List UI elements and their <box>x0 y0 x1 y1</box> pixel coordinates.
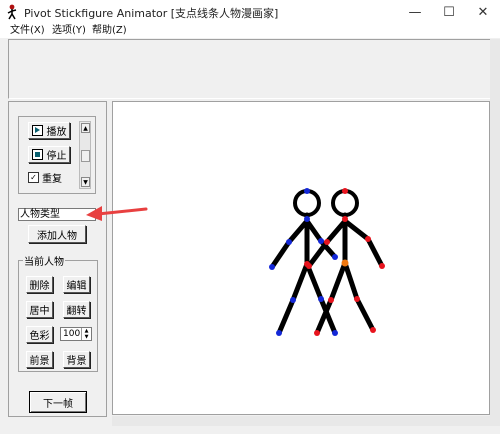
menu-options[interactable]: 选项(Y) <box>52 24 86 38</box>
edit-button[interactable]: 编辑 <box>63 276 90 293</box>
scroll-down-icon[interactable]: ▼ <box>81 177 90 187</box>
speed-thumb[interactable] <box>81 150 90 162</box>
front-label: 前景 <box>29 356 50 367</box>
stickfigure-scene[interactable] <box>113 102 491 416</box>
current-figure-group-label: 当前人物 <box>23 253 65 268</box>
repeat-label: 重复 <box>42 174 62 185</box>
spin-down-icon[interactable]: ▼ <box>82 334 91 340</box>
current-figure-group: 当前人物 删除 编辑 居中 翻转 色彩 100 ▲ ▼ 前景 背景 <box>18 253 98 372</box>
play-icon <box>31 125 43 136</box>
close-button[interactable]: ✕ <box>466 0 500 24</box>
scroll-up-icon[interactable]: ▲ <box>81 123 90 133</box>
repeat-checkbox-row[interactable]: ✓ 重复 <box>28 170 62 185</box>
stop-icon <box>31 149 43 160</box>
color-button[interactable]: 色彩 <box>26 326 53 343</box>
scale-spinner[interactable]: 100 ▲ ▼ <box>60 327 92 341</box>
minimize-button[interactable]: — <box>398 0 432 24</box>
maximize-icon: ☐ <box>443 4 455 20</box>
playback-group: 播放 停止 ✓ 重复 ▲ ▼ <box>18 116 96 194</box>
annotation-arrow <box>86 206 148 221</box>
frames-strip[interactable] <box>8 39 494 99</box>
delete-label: 删除 <box>29 281 50 292</box>
figure-type-value: 人物类型 <box>20 209 60 220</box>
stop-button[interactable]: 停止 <box>28 146 70 163</box>
menu-bar: 文件(X) 选项(Y) 帮助(Z) <box>0 24 500 38</box>
animation-canvas[interactable] <box>112 101 490 415</box>
repeat-checkbox[interactable]: ✓ <box>28 172 39 183</box>
add-figure-label: 添加人物 <box>37 230 77 242</box>
flip-label: 翻转 <box>66 306 87 317</box>
add-figure-button[interactable]: 添加人物 <box>28 225 86 243</box>
next-frame-button[interactable]: 下一帧 <box>29 391 87 413</box>
menu-file[interactable]: 文件(X) <box>10 24 45 38</box>
close-icon: ✕ <box>477 4 489 20</box>
minimize-icon: — <box>408 4 422 20</box>
delete-button[interactable]: 删除 <box>26 276 53 293</box>
title-bar: Pivot Stickfigure Animator [支点线条人物漫画家] —… <box>0 0 500 24</box>
back-label: 背景 <box>66 356 87 367</box>
speed-scrollbar[interactable]: ▲ ▼ <box>79 121 91 189</box>
color-label: 色彩 <box>29 331 50 342</box>
back-button[interactable]: 背景 <box>63 351 90 368</box>
window-scrollbar[interactable] <box>490 39 500 426</box>
spinner-arrows[interactable]: ▲ ▼ <box>81 328 91 340</box>
canvas-hscrollbar[interactable] <box>112 416 490 426</box>
play-button[interactable]: 播放 <box>28 122 70 139</box>
stop-label: 停止 <box>46 151 67 162</box>
next-frame-label: 下一帧 <box>43 398 73 410</box>
center-label: 居中 <box>29 306 50 317</box>
control-panel: 播放 停止 ✓ 重复 ▲ ▼ 人物类型 添加人物 当前人物 删除 编辑 居中 翻… <box>8 101 107 417</box>
figure-2-hip-handle[interactable] <box>341 259 349 267</box>
front-button[interactable]: 前景 <box>26 351 53 368</box>
maximize-button[interactable]: ☐ <box>432 0 466 24</box>
menu-help[interactable]: 帮助(Z) <box>92 24 127 38</box>
edit-label: 编辑 <box>66 281 87 292</box>
play-label: 播放 <box>46 127 67 138</box>
flip-button[interactable]: 翻转 <box>63 301 90 318</box>
window-title: Pivot Stickfigure Animator [支点线条人物漫画家] <box>24 7 279 20</box>
center-button[interactable]: 居中 <box>26 301 53 318</box>
stickfigure-app-icon <box>7 4 17 20</box>
scale-value: 100 <box>63 329 81 339</box>
